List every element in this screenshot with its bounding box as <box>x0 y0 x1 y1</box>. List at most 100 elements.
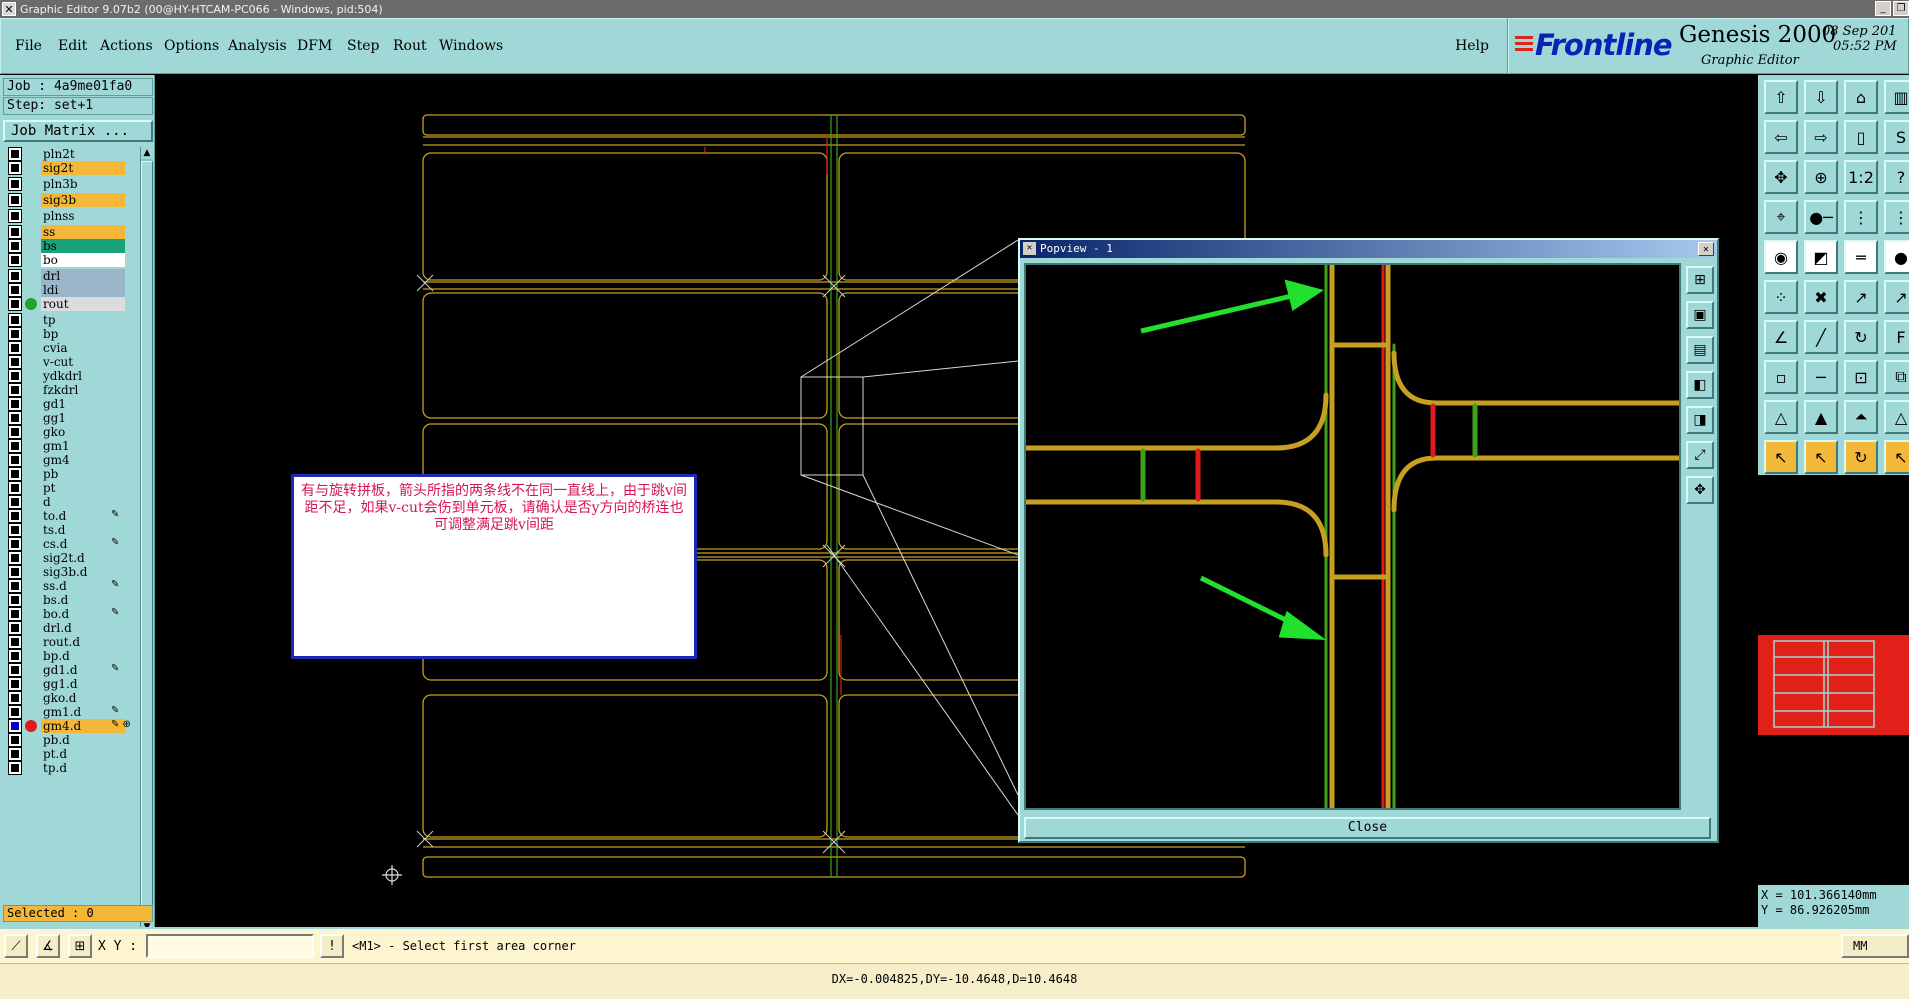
layer-row[interactable]: pb.d <box>3 733 139 747</box>
pan-right-tool-icon[interactable]: ⇨ <box>1804 120 1838 154</box>
layer-affected-dot-icon[interactable] <box>25 298 37 310</box>
layer-checkbox[interactable] <box>8 239 22 253</box>
layer-name[interactable]: rout.d <box>41 635 125 649</box>
layer-checkbox[interactable] <box>8 355 22 369</box>
layer-checkbox[interactable] <box>8 341 22 355</box>
layer-row[interactable]: drl <box>3 269 139 283</box>
scale-icon[interactable]: 1:2 <box>1844 160 1878 194</box>
pad-tool-icon[interactable]: ◉ <box>1764 240 1798 274</box>
menu-dfm[interactable]: DFM <box>297 38 332 54</box>
layer-checkbox[interactable] <box>8 593 22 607</box>
zoom-home-icon[interactable]: ⇧ <box>1764 80 1798 114</box>
snap-icon[interactable]: S <box>1884 120 1909 154</box>
layer-row[interactable]: rout.d <box>3 635 139 649</box>
layer-checkbox[interactable] <box>8 509 22 523</box>
layer-row[interactable]: d <box>3 495 139 509</box>
zoom-ratio-icon[interactable]: ▯ <box>1844 120 1878 154</box>
layer-checkbox[interactable] <box>8 579 22 593</box>
layer-row[interactable]: gko <box>3 425 139 439</box>
layer-row[interactable]: drl.d <box>3 621 139 635</box>
layer-row[interactable]: gd1 <box>3 397 139 411</box>
layer-name[interactable]: tp.d <box>41 761 125 775</box>
layer-checkbox[interactable] <box>8 425 22 439</box>
triangle-line-icon[interactable]: ⏶ <box>1844 400 1878 434</box>
copy-shape-icon[interactable]: ⧉ <box>1884 360 1909 394</box>
layer-row[interactable]: ss.d ✎ <box>3 579 139 593</box>
layer-checkbox[interactable] <box>8 551 22 565</box>
layer-checkbox[interactable] <box>8 147 22 161</box>
measure-icon[interactable]: ⌖ <box>1764 200 1798 234</box>
layer-row[interactable]: fzkdrl <box>3 383 139 397</box>
popview-close-icon[interactable]: ✕ <box>1698 242 1714 256</box>
layer-row[interactable]: sig2t <box>3 161 139 175</box>
layer-row[interactable]: sig3b <box>3 193 139 207</box>
layer-name[interactable]: sig2t.d <box>41 551 125 565</box>
scroll-thumb[interactable] <box>141 161 153 921</box>
layer-checkbox[interactable] <box>8 537 22 551</box>
arc-icon[interactable]: ↻ <box>1844 320 1878 354</box>
layer-row[interactable]: plnss <box>3 209 139 223</box>
arc-point-icon[interactable]: ↗ <box>1884 280 1909 314</box>
layer-row[interactable]: ydkdrl <box>3 369 139 383</box>
layer-checkbox[interactable] <box>8 177 22 191</box>
layer-name[interactable]: bs <box>41 239 125 253</box>
zoom-center-icon[interactable]: ⊕ <box>1804 160 1838 194</box>
layer-name[interactable]: pln3b <box>41 177 125 191</box>
layer-name[interactable]: tp <box>41 313 125 327</box>
xy-input[interactable] <box>146 934 314 958</box>
snap-point-icon[interactable]: ↗ <box>1844 280 1878 314</box>
layer-name[interactable]: gko <box>41 425 125 439</box>
layer-row[interactable]: gm1.d ✎ <box>3 705 139 719</box>
layer-name[interactable]: ldi <box>41 283 125 297</box>
layer-checkbox[interactable] <box>8 523 22 537</box>
zoom-in-icon[interactable]: ▣ <box>1686 301 1714 329</box>
layer-name[interactable]: gm1 <box>41 439 125 453</box>
layer-checkbox[interactable] <box>8 467 22 481</box>
layer-checkbox[interactable] <box>8 761 22 775</box>
menu-rout[interactable]: Rout <box>393 38 427 54</box>
home-icon[interactable]: ✥ <box>1686 476 1714 504</box>
layer-name[interactable]: gm4 <box>41 453 125 467</box>
pan-right-icon[interactable]: ◨ <box>1686 406 1714 434</box>
text-field-icon[interactable]: F <box>1884 320 1909 354</box>
layer-name[interactable]: bo <box>41 253 125 267</box>
layer-checkbox[interactable] <box>8 691 22 705</box>
layer-name[interactable]: d <box>41 495 125 509</box>
layer-name[interactable]: cvia <box>41 341 125 355</box>
layer-row[interactable]: pln3b <box>3 177 139 191</box>
layer-checkbox[interactable] <box>8 383 22 397</box>
menu-help[interactable]: Help <box>1455 38 1489 54</box>
slash-icon[interactable]: ╱ <box>1804 320 1838 354</box>
layer-checkbox[interactable] <box>8 649 22 663</box>
layer-name[interactable]: sig3b <box>41 193 125 207</box>
layer-row[interactable]: gg1.d <box>3 677 139 691</box>
dot-tool-icon[interactable]: ● <box>1884 240 1909 274</box>
layer-row[interactable]: gd1.d ✎ <box>3 663 139 677</box>
layer-row[interactable]: tp <box>3 313 139 327</box>
info-button-icon[interactable]: ! <box>320 934 344 958</box>
layer-checkbox[interactable] <box>8 495 22 509</box>
minimize-button[interactable]: _ <box>1875 1 1891 16</box>
layer-checkbox[interactable] <box>8 635 22 649</box>
units-selector[interactable]: MM <box>1841 934 1909 958</box>
job-matrix-button[interactable]: Job Matrix ... <box>3 120 153 142</box>
triangle-outline-icon[interactable]: △ <box>1884 400 1909 434</box>
layer-checkbox[interactable] <box>8 453 22 467</box>
angle-icon[interactable]: ∠ <box>1764 320 1798 354</box>
layer-row[interactable]: pb <box>3 467 139 481</box>
layer-row[interactable]: bp <box>3 327 139 341</box>
layer-name[interactable]: plnss <box>41 209 125 223</box>
layer-name[interactable]: sig3b.d <box>41 565 125 579</box>
menu-options[interactable]: Options <box>164 38 219 54</box>
layer-name[interactable]: rout <box>41 297 125 311</box>
pan-left-tool-icon[interactable]: ⇦ <box>1764 120 1798 154</box>
layer-row[interactable]: sig3b.d <box>3 565 139 579</box>
menu-windows[interactable]: Windows <box>439 38 503 54</box>
triangle-fill-icon[interactable]: ▲ <box>1804 400 1838 434</box>
layer-name[interactable]: ss <box>41 225 125 239</box>
layer-checkbox[interactable] <box>8 269 22 283</box>
layer-name[interactable]: gg1.d <box>41 677 125 691</box>
layer-name[interactable]: gko.d <box>41 691 125 705</box>
layer-row[interactable]: cvia <box>3 341 139 355</box>
split-view-icon[interactable]: ▥ <box>1884 80 1909 114</box>
